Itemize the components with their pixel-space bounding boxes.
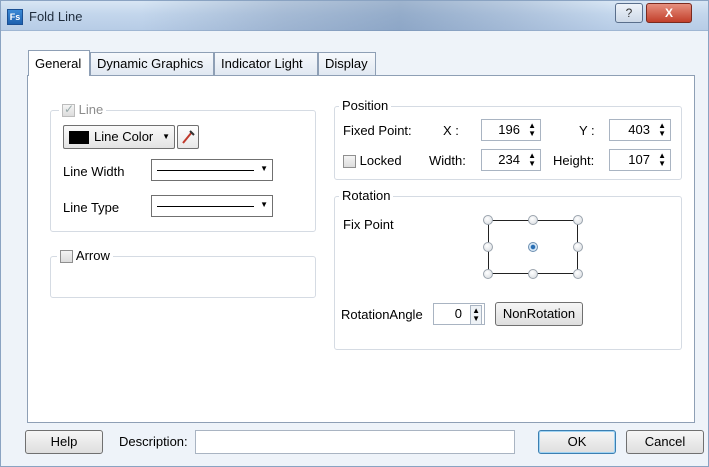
line-group-legend[interactable]: ✓ Line: [59, 102, 107, 118]
line-width-label: Line Width: [63, 164, 125, 179]
height-value: 107: [628, 152, 650, 167]
width-input[interactable]: 234 ▲ ▼: [481, 149, 541, 171]
pivot-top-right[interactable]: [573, 215, 583, 225]
window-title: Fold Line: [29, 9, 83, 24]
close-window-button[interactable]: X: [646, 3, 692, 23]
line-type-label: Line Type: [63, 200, 120, 215]
tab-dynamic-graphics[interactable]: Dynamic Graphics: [90, 52, 214, 76]
width-value: 234: [498, 152, 520, 167]
eyedropper-button[interactable]: [177, 125, 199, 149]
tab-indicator-light[interactable]: Indicator Light: [214, 52, 318, 76]
line-color-button[interactable]: Line Color ▼: [63, 125, 175, 149]
tab-general[interactable]: General: [28, 50, 90, 76]
pivot-bottom-left[interactable]: [483, 269, 493, 279]
y-value: 403: [628, 122, 650, 137]
arrow-group: Arrow: [50, 248, 316, 298]
description-label: Description:: [119, 434, 188, 449]
stepper-arrows-icon[interactable]: ▲ ▼: [470, 305, 482, 325]
pivot-middle-right[interactable]: [573, 242, 583, 252]
y-label: Y :: [579, 123, 595, 138]
non-rotation-button[interactable]: NonRotation: [495, 302, 583, 326]
rotation-angle-input[interactable]: 0 ▲ ▼: [433, 303, 485, 325]
width-label: Width:: [429, 153, 466, 168]
pivot-top-left[interactable]: [483, 215, 493, 225]
chevron-down-icon: ▼: [162, 132, 170, 141]
x-label: X :: [443, 123, 459, 138]
y-input[interactable]: 403 ▲ ▼: [609, 119, 671, 141]
pivot-bottom-center[interactable]: [528, 269, 538, 279]
general-panel: ✓ Line Line Color ▼ Line Width ▼ Line Ty…: [27, 75, 695, 423]
height-label: Height:: [553, 153, 595, 168]
stepper-arrows-icon[interactable]: ▲ ▼: [528, 152, 536, 168]
rotation-angle-value: 0: [454, 306, 462, 321]
stepper-arrows-icon[interactable]: ▲ ▼: [658, 152, 666, 168]
x-value: 196: [498, 122, 520, 137]
pivot-top-center[interactable]: [528, 215, 538, 225]
locked-row[interactable]: Locked: [343, 153, 402, 169]
chevron-down-icon: ▼: [260, 200, 268, 209]
arrow-checkbox-label: Arrow: [75, 248, 110, 263]
app-icon: Fs: [7, 9, 23, 25]
fix-point-grid: [483, 215, 583, 279]
fix-point-label: Fix Point: [343, 217, 394, 232]
line-color-swatch: [69, 131, 89, 144]
stepper-arrows-icon[interactable]: ▲ ▼: [528, 122, 536, 138]
line-type-combo[interactable]: ▼: [151, 195, 273, 217]
tab-display[interactable]: Display: [318, 52, 376, 76]
arrow-group-legend[interactable]: Arrow: [57, 248, 113, 264]
position-legend: Position: [339, 98, 392, 113]
line-width-preview: [157, 170, 254, 171]
help-window-button[interactable]: ?: [615, 3, 643, 23]
line-type-preview: [157, 206, 254, 207]
help-button[interactable]: Help: [25, 430, 103, 454]
dialog-window: Fs Fold Line ? X General Dynamic Graphic…: [0, 0, 709, 467]
line-width-combo[interactable]: ▼: [151, 159, 273, 181]
ok-button[interactable]: OK: [538, 430, 616, 454]
line-color-label: Line Color: [94, 129, 154, 144]
line-checkbox[interactable]: ✓: [62, 102, 75, 118]
title-bar: Fs Fold Line ? X: [1, 1, 708, 31]
description-input[interactable]: [195, 430, 515, 454]
arrow-checkbox[interactable]: [60, 250, 73, 264]
rotation-legend: Rotation: [339, 188, 394, 203]
pivot-middle-left[interactable]: [483, 242, 493, 252]
eyedropper-icon: [182, 130, 195, 144]
pivot-bottom-right[interactable]: [573, 269, 583, 279]
position-group: Position Fixed Point: X : 196 ▲ ▼ Y : 403…: [334, 98, 682, 180]
line-checkbox-label: Line: [78, 102, 104, 117]
stepper-arrows-icon[interactable]: ▲ ▼: [658, 122, 666, 138]
x-input[interactable]: 196 ▲ ▼: [481, 119, 541, 141]
rotation-group: Rotation Fix Point RotationAngle 0 ▲ ▼ No…: [334, 188, 682, 350]
fixed-point-label: Fixed Point:: [343, 123, 412, 138]
chevron-down-icon: ▼: [260, 164, 268, 173]
locked-label: Locked: [359, 153, 402, 168]
pivot-center[interactable]: [528, 242, 538, 252]
locked-checkbox[interactable]: [343, 155, 356, 169]
cancel-button[interactable]: Cancel: [626, 430, 704, 454]
rotation-angle-label: RotationAngle: [341, 307, 423, 322]
line-group: ✓ Line Line Color ▼ Line Width ▼ Line Ty…: [50, 102, 316, 232]
title-bar-background: [141, 1, 611, 31]
height-input[interactable]: 107 ▲ ▼: [609, 149, 671, 171]
